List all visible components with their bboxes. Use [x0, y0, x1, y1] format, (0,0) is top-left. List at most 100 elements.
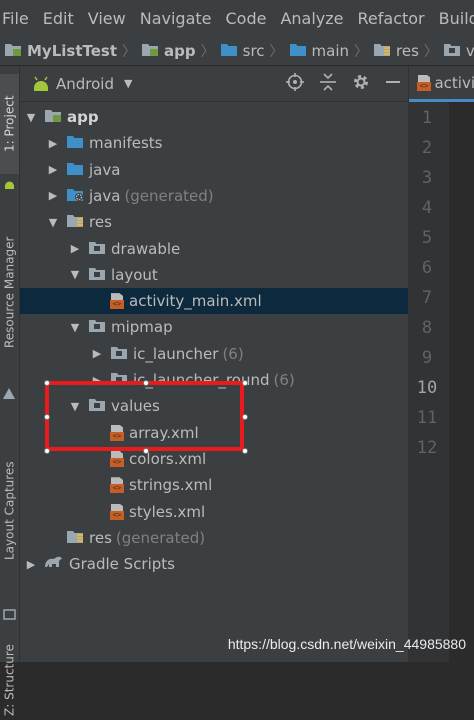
collapse-arrow-icon[interactable]: ▶ — [24, 558, 38, 571]
breadcrumb-item[interactable]: res — [373, 41, 419, 61]
tree-item[interactable]: ▼ res — [20, 209, 434, 235]
collapse-arrow-icon[interactable]: ▶ — [46, 189, 60, 202]
expand-arrow-icon[interactable]: ▼ — [46, 216, 60, 229]
menu-item-refactor[interactable]: Refactor — [351, 9, 432, 28]
tree-item-label: res — [89, 528, 112, 547]
module-folder-icon — [4, 41, 22, 61]
project-view-dropdown[interactable]: Android ▼ — [20, 75, 132, 93]
menu-item-navigate[interactable]: Navigate — [133, 9, 219, 28]
tree-item[interactable]: res (generated) — [20, 525, 434, 551]
highlight-box — [44, 380, 248, 454]
expand-arrow-icon[interactable]: ▼ — [24, 111, 38, 124]
tree-item-label: colors.xml — [129, 449, 207, 468]
project-tool-button[interactable]: 1: Project — [0, 74, 19, 174]
resize-handle — [242, 448, 248, 454]
resource-manager-tool-button[interactable]: Resource Manager — [0, 202, 19, 382]
breadcrumb-item[interactable]: app — [141, 41, 196, 61]
breadcrumb-label: src — [242, 41, 265, 60]
tree-item-label: strings.xml — [129, 476, 213, 495]
tree-item-label: layout — [111, 265, 158, 284]
tree-item[interactable]: ▶ drawable — [20, 236, 456, 262]
tree-item-label: drawable — [111, 239, 181, 258]
res-folder-icon — [66, 528, 84, 548]
menu-item-file[interactable]: File — [0, 9, 36, 28]
tree-item[interactable]: ▶ Gradle Scripts — [20, 551, 412, 577]
minimize-icon[interactable] — [386, 73, 400, 96]
package-folder-icon — [88, 317, 106, 337]
expand-arrow-icon[interactable]: ▼ — [68, 268, 82, 281]
resize-handle — [143, 448, 149, 454]
tree-item[interactable]: ▶ ic_launcher (6) — [20, 341, 474, 367]
editor-tab-label: activi — [434, 73, 474, 92]
tree-item-label: res — [89, 213, 112, 232]
res-folder-icon — [373, 41, 391, 61]
collapse-arrow-icon[interactable]: ▶ — [68, 242, 82, 255]
tree-item[interactable]: activity_main.xml — [20, 288, 474, 315]
line-number-gutter: 1 2 3 4 5 6 7 8 9 10 11 12 — [409, 102, 449, 662]
breadcrumb-separator: 〉 — [269, 43, 284, 60]
layout-captures-tool-button[interactable]: Layout Captures — [0, 418, 19, 604]
android-icon — [3, 176, 16, 189]
breadcrumb: MyListTest〉app〉src〉main〉res〉values — [0, 36, 474, 66]
tree-item-suffix: (generated) — [115, 528, 206, 547]
tree-item[interactable]: styles.xml — [20, 499, 474, 525]
package-folder-icon — [88, 239, 106, 259]
menu-item-view[interactable]: View — [81, 9, 133, 28]
structure-tool-button[interactable]: Z: Structure — [0, 640, 19, 720]
tree-item[interactable]: ▼ mipmap — [20, 314, 456, 340]
editor-tab[interactable]: activi — [409, 66, 474, 102]
breadcrumb-separator: 〉 — [423, 43, 438, 60]
line-number: 8 — [421, 318, 433, 338]
editor-area: activi 123456789101112 — [408, 66, 474, 662]
tree-item[interactable]: ▶ manifests — [20, 130, 434, 156]
tree-item-label: app — [67, 108, 99, 126]
line-number: 4 — [421, 198, 433, 218]
tree-item[interactable]: ▶ java (generated) — [20, 183, 434, 209]
breadcrumb-item[interactable]: values — [443, 41, 474, 61]
watermark: https://blog.csdn.net/weixin_44985880 — [227, 636, 466, 652]
menu-item-build[interactable]: Build — [432, 9, 474, 28]
tree-item[interactable]: ▼ layout — [20, 262, 456, 288]
menu-item-code[interactable]: Code — [219, 9, 274, 28]
collapse-arrow-icon[interactable]: ▶ — [46, 137, 60, 150]
locate-icon[interactable] — [286, 72, 304, 96]
collapse-all-icon[interactable] — [320, 72, 336, 96]
expand-arrow-icon[interactable]: ▼ — [68, 321, 82, 334]
breadcrumb-item[interactable]: main — [289, 41, 349, 61]
breadcrumb-label: app — [164, 41, 196, 60]
folder-icon — [220, 41, 238, 61]
resize-handle — [44, 448, 50, 454]
line-number: 1 — [421, 108, 433, 128]
menu-bar: File Edit View Navigate Code Analyze Refactor B… — [0, 0, 474, 37]
line-number: 12 — [416, 438, 438, 458]
resize-handle — [242, 380, 248, 386]
gear-icon[interactable] — [352, 73, 370, 96]
tree-item-label: Gradle Scripts — [69, 555, 175, 574]
collapse-arrow-icon[interactable]: ▶ — [90, 347, 104, 360]
line-number: 2 — [421, 138, 433, 158]
tree-item-label: mipmap — [111, 318, 173, 337]
project-panel: Android ▼ ▼ app ▶ manifests ▶ java ▶ java (gener… — [20, 66, 474, 662]
folder-icon — [66, 133, 84, 153]
tree-item[interactable]: ▼ app — [20, 104, 412, 130]
android-icon — [34, 76, 48, 91]
breadcrumb-item[interactable]: src — [220, 41, 265, 61]
project-view-label: Android — [56, 74, 114, 93]
resize-handle — [44, 414, 50, 420]
tree-item-label: java — [89, 160, 121, 179]
breadcrumb-item[interactable]: MyListTest — [4, 41, 117, 61]
menu-item-analyze[interactable]: Analyze — [273, 9, 350, 28]
line-number: 7 — [421, 288, 433, 308]
module-folder-icon — [44, 107, 62, 127]
module-folder-icon — [141, 41, 159, 61]
resize-handle — [44, 380, 50, 386]
collapse-arrow-icon[interactable]: ▶ — [46, 163, 60, 176]
tree-item-label: java — [89, 186, 121, 205]
project-panel-toolbar: Android ▼ — [20, 66, 408, 102]
tree-item[interactable]: strings.xml — [20, 472, 474, 498]
tree-item-suffix: (6) — [222, 344, 244, 363]
menu-item-edit[interactable]: Edit — [36, 9, 81, 28]
breadcrumb-label: main — [311, 41, 350, 60]
tree-item[interactable]: ▶ java — [20, 157, 434, 183]
xml-file-icon — [110, 504, 124, 520]
